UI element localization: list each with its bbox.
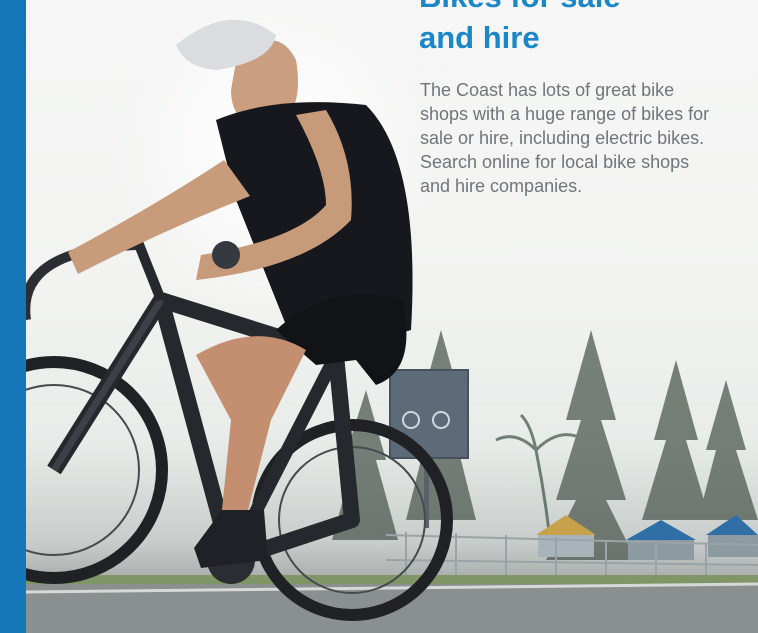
left-accent-bar xyxy=(0,0,26,633)
page-title: Bikes for sale and hire xyxy=(419,0,621,55)
article-body: The Coast has lots of great bike shops w… xyxy=(420,80,710,196)
event-tents xyxy=(536,515,758,560)
